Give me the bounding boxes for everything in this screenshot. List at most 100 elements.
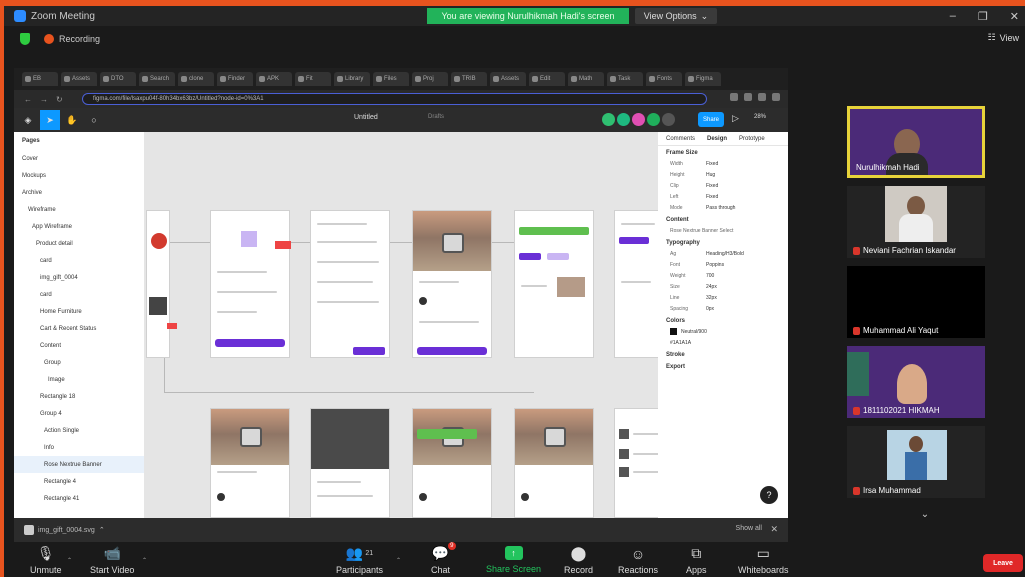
layer-item[interactable]: Group [14,354,144,371]
unmute-button[interactable]: 🎙 Unmute [30,545,62,575]
help-icon[interactable]: ? [760,486,778,504]
frame-product-card[interactable] [210,408,290,518]
participant-tile[interactable]: Nurulhikmah Hadi [847,106,985,178]
layer-item[interactable]: img_gift_0004 [14,269,144,286]
extension-icon[interactable] [744,93,752,101]
layer-item[interactable]: Rectangle 41 [14,490,144,507]
menu-icon[interactable] [772,93,780,101]
frame-notifications[interactable] [614,408,658,518]
layer-item[interactable]: card [14,252,144,269]
chevron-up-icon[interactable]: ⌃ [142,557,147,564]
browser-tab[interactable]: APK [256,72,292,86]
layer-item[interactable]: Group 4 [14,405,144,422]
avatar[interactable] [647,113,660,126]
move-tool-icon[interactable]: ➤ [40,110,60,130]
figma-canvas[interactable] [144,132,658,518]
layer-item[interactable]: Rectangle 18 [14,388,144,405]
recording-indicator[interactable]: Recording [44,34,100,44]
show-all-link[interactable]: Show all [736,525,762,532]
layer-item[interactable]: Image [14,371,144,388]
reactions-button[interactable]: ☺ Reactions [618,546,658,576]
browser-tab[interactable]: Task [607,72,643,86]
frame-product-alt[interactable] [514,408,594,518]
participants-button[interactable]: 👥 21 Participants [336,545,383,575]
browser-tab[interactable]: Proj [412,72,448,86]
browser-tab[interactable]: EB [22,72,58,86]
browser-tab[interactable]: Edit [529,72,565,86]
chevron-up-icon[interactable]: ⌃ [396,557,401,564]
property-row[interactable]: Font Poppins [658,259,788,270]
chevron-up-icon[interactable]: ⌃ [67,557,72,564]
browser-tab[interactable]: Library [334,72,370,86]
layer-item[interactable]: Rectangle 4 [14,473,144,490]
apps-button[interactable]: ⧉ Apps [686,545,707,575]
browser-tab[interactable]: TRIB [451,72,487,86]
browser-tab[interactable]: Finder [217,72,253,86]
color-row[interactable]: Neutral/900 [658,326,788,337]
start-video-button[interactable]: 📹 Start Video [90,545,134,575]
participant-tile[interactable]: Irsa Muhammad [847,426,985,498]
maximize-icon[interactable]: ❐ [978,10,988,23]
avatar[interactable] [602,113,615,126]
view-options-button[interactable]: View Options ⌄ [635,8,717,24]
layer-item[interactable]: Product detail [14,235,144,252]
figma-share-button[interactable]: Share [698,112,724,127]
star-icon[interactable] [730,93,738,101]
frame-product-toast[interactable] [412,408,492,518]
leave-button[interactable]: Leave [983,554,1023,572]
browser-tab[interactable]: clone [178,72,214,86]
back-icon[interactable]: ← [24,95,32,104]
property-row[interactable]: Left Fixed [658,191,788,202]
layer-item[interactable]: Home Furniture [14,303,144,320]
comment-tool-icon[interactable]: ○ [84,110,104,130]
layer-item[interactable]: Rose Nextrue Banner [14,456,144,473]
reload-icon[interactable]: ↻ [56,95,63,104]
frame-list[interactable] [614,210,658,358]
download-item[interactable]: img_gift_0004.svg ⌃ [24,525,105,535]
browser-tab[interactable]: Math [568,72,604,86]
participant-tile[interactable]: Neviani Fachrian Iskandar [847,186,985,258]
browser-tab[interactable]: Fonts [646,72,682,86]
property-row[interactable]: Spacing 0px [658,303,788,314]
browser-tab[interactable]: Fit [295,72,331,86]
frame-cart[interactable] [514,210,594,358]
minimize-icon[interactable]: – [950,10,956,22]
property-row[interactable]: Line 32px [658,292,788,303]
zoom-level[interactable]: 28% [754,114,766,120]
properties-tab[interactable]: Design [707,136,727,142]
browser-tab[interactable]: Search [139,72,175,86]
whiteboards-button[interactable]: ▭ Whiteboards [738,545,789,575]
property-row[interactable]: Mode Pass through [658,202,788,213]
layer-item[interactable]: App Wireframe [14,218,144,235]
layer-item[interactable]: Wireframe [14,201,144,218]
figma-menu-icon[interactable]: ◈ [18,110,38,130]
layer-item[interactable]: Action Single [14,422,144,439]
view-layout-button[interactable]: ☷ View [988,32,1019,43]
browser-tab[interactable]: Assets [61,72,97,86]
profile-icon[interactable] [758,93,766,101]
property-row[interactable]: Height Hug [658,169,788,180]
layer-item[interactable]: Info [14,439,144,456]
frame-form[interactable] [310,210,390,358]
frame-overlay[interactable] [310,408,390,518]
content-value[interactable]: Rose Nextrue Banner Select [658,225,788,236]
properties-tab[interactable]: Comments [666,136,695,142]
frame-partial[interactable] [146,210,177,358]
frame-product-detail[interactable] [412,210,492,358]
layer-item[interactable]: Mockups [14,167,144,184]
property-row[interactable]: Width Fixed [658,158,788,169]
shared-screen[interactable]: EB Assets DTO Search clone Finder APK Fit Librar… [14,68,788,518]
layer-item[interactable]: Archive [14,184,144,201]
property-row[interactable]: Clip Fixed [658,180,788,191]
property-row[interactable]: Weight 700 [658,270,788,281]
avatar[interactable] [662,113,675,126]
close-icon[interactable]: ✕ [770,524,778,535]
browser-tab[interactable]: DTO [100,72,136,86]
property-row[interactable]: Ag Heading/H3/Bold [658,248,788,259]
properties-tab[interactable]: Prototype [739,136,765,142]
layer-item[interactable]: Content [14,337,144,354]
browser-tab[interactable]: Assets [490,72,526,86]
avatar[interactable] [617,113,630,126]
layer-item[interactable]: card [14,286,144,303]
avatar[interactable] [632,113,645,126]
